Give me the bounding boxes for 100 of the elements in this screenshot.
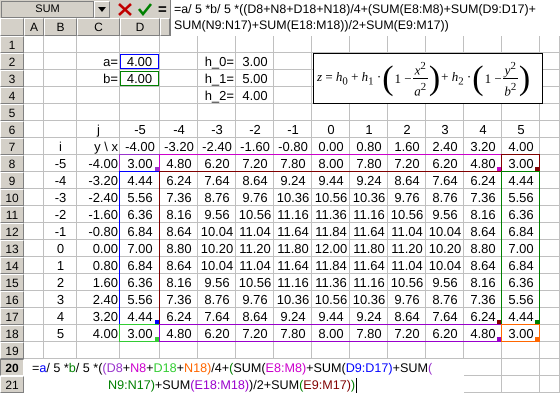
table-cell: -5 — [54, 156, 66, 170]
row-header[interactable]: 2 — [0, 53, 24, 70]
parenthesis: ) — [518, 58, 530, 98]
table-cell: 4.80 — [470, 326, 496, 340]
row-header[interactable]: 17 — [0, 308, 24, 325]
row-header[interactable]: 21 — [0, 376, 24, 393]
parameter-label: b= — [103, 70, 118, 86]
row-header[interactable]: 16 — [0, 291, 24, 308]
row-header[interactable]: 10 — [0, 189, 24, 206]
fraction-numerator: y$^{2}$ — [502, 58, 518, 79]
column-header[interactable]: A — [24, 18, 44, 36]
table-cell: 0 — [327, 122, 335, 136]
checkmark-icon[interactable] — [138, 2, 152, 16]
row-header[interactable]: 1 — [0, 36, 24, 53]
table-cell: 9.76 — [242, 190, 268, 204]
table-cell: 10.04 — [428, 224, 462, 238]
row-header[interactable]: 5 — [0, 104, 24, 121]
formula-token: N18) — [184, 360, 212, 377]
table-cell: 0 — [56, 240, 64, 256]
row-header[interactable]: 18 — [0, 325, 24, 342]
table-cell: 1 — [365, 122, 373, 136]
row-header[interactable]: 19 — [0, 342, 24, 359]
row-header[interactable]: 4 — [0, 87, 24, 104]
table-cell: 10.04 — [428, 258, 462, 272]
column-header[interactable]: C — [77, 18, 120, 36]
table-cell: 4.44 — [127, 308, 153, 324]
table-cell: 11.64 — [277, 258, 309, 272]
table-cell: 3.00 — [127, 156, 153, 170]
table-cell: 7.00 — [127, 240, 153, 256]
table-cell: 8.80 — [166, 240, 192, 256]
table-cell: 11.84 — [315, 258, 347, 272]
table-cell: 10.36 — [276, 190, 310, 204]
table-cell: 10.36 — [352, 292, 386, 306]
formula-token: = — [32, 360, 40, 377]
select-all-button[interactable] — [0, 18, 24, 36]
row-header[interactable]: 15 — [0, 274, 24, 291]
row-header[interactable]: 20 — [0, 359, 24, 376]
name-box[interactable]: SUM — [1, 0, 94, 18]
row-header[interactable]: 7 — [0, 138, 24, 155]
parameter-value: 4.00 — [126, 54, 152, 69]
table-cell: 5 — [517, 122, 525, 136]
equation-text: 1 − — [484, 70, 502, 86]
table-cell: 6.24 — [470, 172, 496, 188]
formula-bar[interactable]: =a/ 5 *b/ 5 *((D8+N8+D18+N18)/4+(SUM(E8:M8)+SUM(D9:D17)+ SUM(N9:N17)+SUM(E18:M18))/2+SUM(E9:M17)) — [170, 0, 560, 36]
table-cell: 7.20 — [242, 156, 268, 170]
row-header[interactable]: 3 — [0, 70, 24, 87]
row-header[interactable]: 13 — [0, 240, 24, 257]
table-cell: 0.00 — [92, 240, 118, 256]
row-header[interactable]: 14 — [0, 257, 24, 274]
table-cell: 6.20 — [204, 326, 230, 340]
table-cell: 9.44 — [318, 308, 344, 324]
table-cell: 7.64 — [432, 172, 458, 188]
table-cell: 3.20 — [470, 138, 496, 154]
table-cell: 11.04 — [391, 224, 423, 238]
cell-editor[interactable]: =a/ 5 *b/ 5 *((D8+N8+D18+N18)/4+(SUM(E8:M8)+SUM(D9:D17)+SUM( N9:N17)+SUM(E18:M18))/2+SUM(E9:M17)) — [24, 359, 464, 393]
table-cell: 9.24 — [280, 172, 306, 188]
dropdown-button[interactable] — [94, 0, 110, 18]
table-cell: 2 — [56, 274, 64, 290]
formula-token: N9:N17) — [108, 377, 155, 394]
formula-token: D18 — [154, 360, 177, 377]
column-header[interactable]: B — [44, 18, 77, 36]
formula-token: SUM( — [233, 360, 266, 377]
table-cell: 6.36 — [127, 206, 153, 222]
table-cell: 11.36 — [315, 206, 347, 222]
table-cell: 11.80 — [277, 240, 309, 256]
table-cell: -4 — [54, 172, 66, 188]
insert-function-button[interactable]: = — [158, 2, 167, 16]
row-header[interactable]: 9 — [0, 172, 24, 189]
row-header[interactable]: 12 — [0, 223, 24, 240]
table-cell: -3 — [54, 190, 66, 204]
table-cell: 8.64 — [394, 172, 420, 188]
table-cell: -3.20 — [88, 172, 118, 188]
cancel-icon[interactable] — [118, 2, 132, 16]
table-cell: -2 — [249, 122, 261, 136]
column-header[interactable]: D — [120, 18, 160, 36]
table-cell: 9.24 — [356, 172, 382, 188]
table-cell: 2 — [403, 122, 411, 136]
parameter-value: 5.00 — [242, 70, 268, 86]
formula-token: + — [122, 360, 130, 377]
table-cell: 10.56 — [314, 190, 348, 204]
column-header[interactable] — [160, 18, 170, 36]
table-cell: 0.80 — [356, 138, 382, 154]
table-cell: -4.00 — [125, 138, 155, 154]
table-cell: 3.00 — [127, 326, 153, 340]
table-cell: 10.20 — [200, 240, 234, 256]
table-cell: 9.44 — [318, 172, 344, 188]
parameter-value: 4.00 — [242, 88, 268, 102]
row-header[interactable]: 11 — [0, 206, 24, 223]
row-header[interactable]: 8 — [0, 155, 24, 172]
formula-token: + — [176, 360, 184, 377]
table-cell: 8.16 — [166, 206, 192, 222]
table-cell: 5 — [56, 326, 64, 340]
table-cell: 8.76 — [432, 190, 458, 204]
row-header[interactable]: 6 — [0, 121, 24, 138]
table-cell: 11.64 — [353, 224, 385, 238]
table-cell: -2.40 — [202, 138, 232, 154]
table-cell: -1 — [287, 122, 299, 136]
table-cell: -1 — [54, 224, 66, 238]
parameter-label: a= — [103, 54, 118, 68]
table-cell: 6.24 — [470, 308, 496, 324]
